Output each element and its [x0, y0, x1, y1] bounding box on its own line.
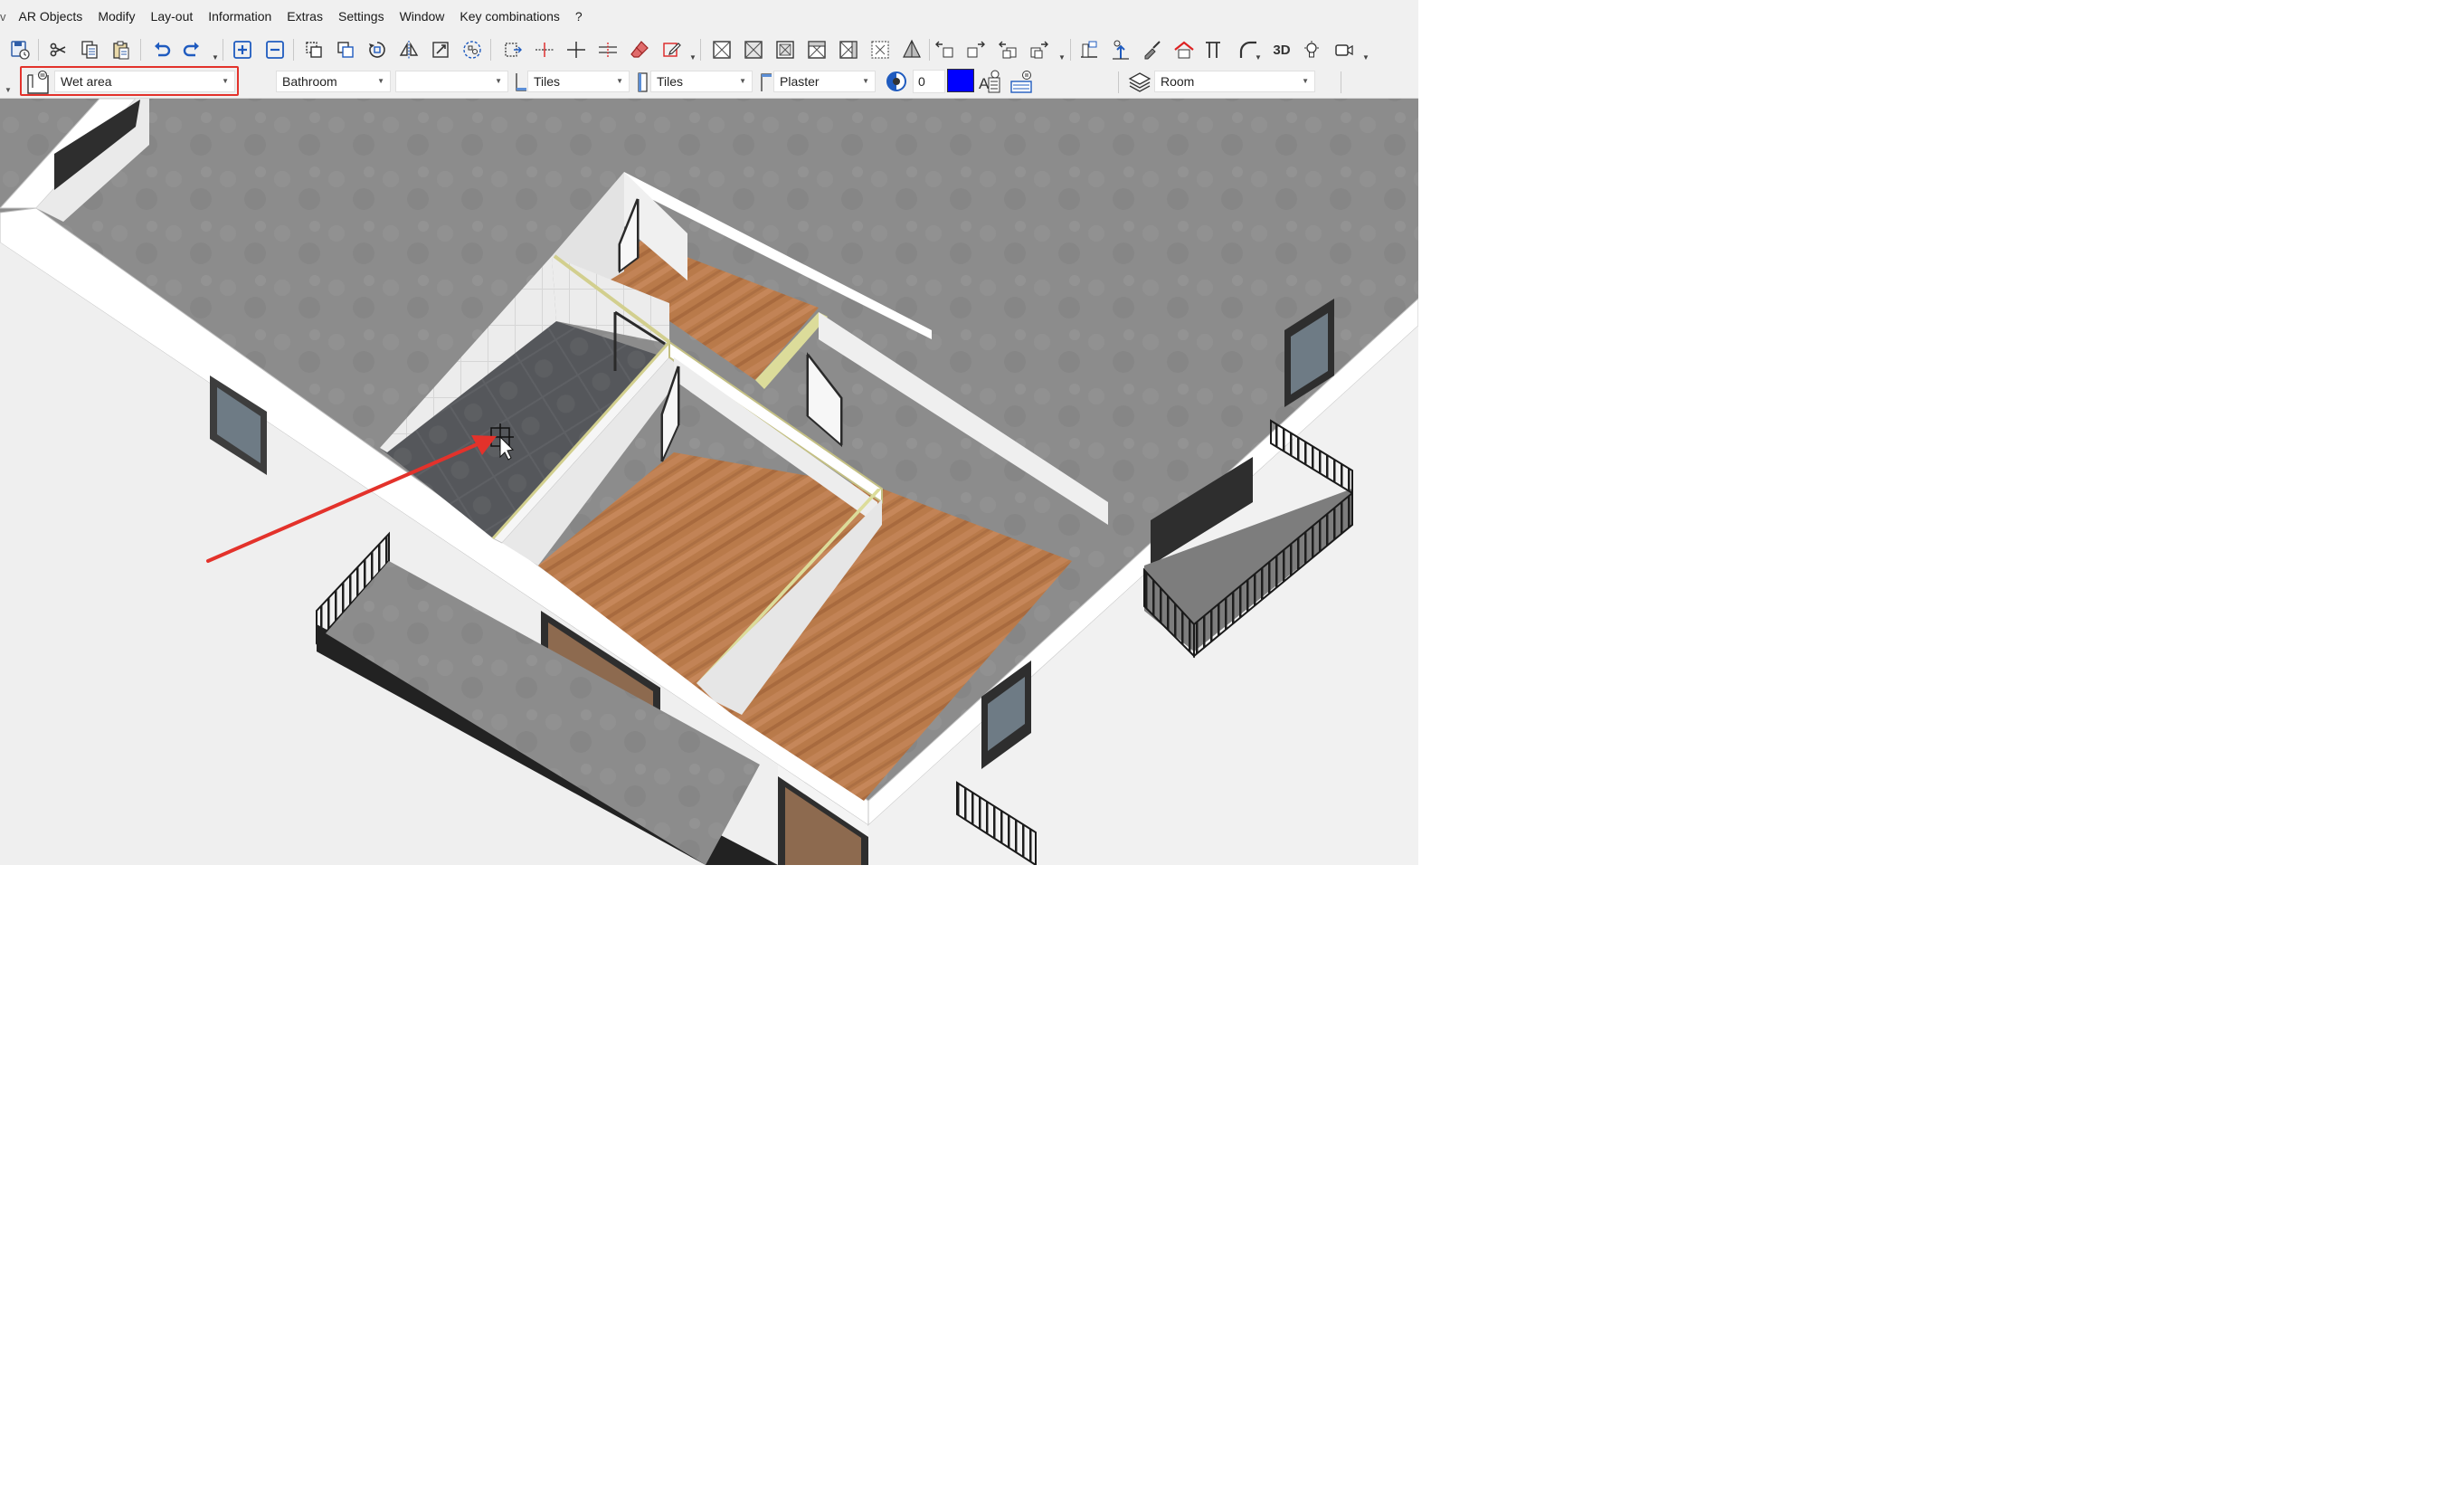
window-opening-icon[interactable]: [709, 37, 734, 62]
save-icon[interactable]: [7, 37, 33, 62]
menu-item-window[interactable]: Window: [392, 0, 452, 33]
dimension-icon[interactable]: [499, 37, 525, 62]
camera-more-icon[interactable]: ▼: [1362, 53, 1369, 62]
pen-number-input[interactable]: 0: [913, 70, 945, 93]
move-element-left-icon[interactable]: [932, 37, 957, 62]
pen-thickness-icon[interactable]: [885, 70, 908, 93]
edit-more-icon[interactable]: ▼: [689, 53, 697, 62]
ceiling-finish-icon: [759, 71, 773, 93]
roof-icon[interactable]: [1171, 37, 1197, 62]
3d-view-label: 3D: [1273, 42, 1291, 58]
eraser-icon[interactable]: [627, 37, 652, 62]
propbar-grip-icon: ▼: [5, 86, 12, 94]
menu-item-settings[interactable]: Settings: [330, 0, 392, 33]
3d-view-icon[interactable]: 3D: [1266, 37, 1297, 62]
edit-element-icon[interactable]: [659, 37, 685, 62]
secondary-select[interactable]: ▼: [395, 71, 508, 92]
menu-item-information[interactable]: Information: [201, 0, 280, 33]
raise-elevation-icon[interactable]: [1108, 37, 1133, 62]
opening-icon[interactable]: [836, 37, 861, 62]
label-style-icon[interactable]: [1009, 69, 1036, 96]
undo-icon[interactable]: [149, 37, 175, 62]
copy-element-right-icon[interactable]: [1027, 37, 1052, 62]
brush-icon[interactable]: [1140, 37, 1165, 62]
recess-icon[interactable]: [741, 37, 766, 62]
offset-line-icon[interactable]: [595, 37, 621, 62]
copy-element-left-icon[interactable]: [995, 37, 1020, 62]
3d-model-view[interactable]: [0, 99, 1418, 865]
slot-icon[interactable]: [772, 37, 798, 62]
highlight-annotation-box: [20, 66, 239, 96]
rotate-icon[interactable]: [365, 37, 390, 62]
menu-item-extras[interactable]: Extras: [280, 0, 331, 33]
room-function-value: Bathroom: [282, 74, 337, 89]
chevron-down-icon: ▼: [495, 77, 502, 85]
ceiling-finish-value: Plaster: [780, 74, 820, 89]
font-settings-icon[interactable]: A: [977, 69, 1002, 96]
elevation-icon[interactable]: [1076, 37, 1102, 62]
zoom-in-icon[interactable]: [230, 37, 255, 62]
redo-icon[interactable]: [179, 37, 204, 62]
main-toolbar: ▼ ▼ ▼ ▼ 3D ▼: [0, 33, 1418, 66]
chevron-down-icon: ▼: [1302, 77, 1309, 85]
chevron-down-icon: ▼: [862, 77, 869, 85]
copy-icon[interactable]: [77, 37, 102, 62]
menu-item-help[interactable]: ?: [567, 0, 590, 33]
redo-more-icon[interactable]: ▼: [212, 53, 219, 62]
zoom-out-icon[interactable]: [262, 37, 288, 62]
curve-more-icon[interactable]: ▼: [1255, 53, 1262, 62]
intersect-icon[interactable]: [564, 37, 589, 62]
move-more-icon[interactable]: ▼: [1058, 53, 1066, 62]
wall-finish-icon: [636, 71, 650, 93]
column-icon[interactable]: [1200, 37, 1226, 62]
camera-icon[interactable]: [1332, 37, 1357, 62]
color-swatch[interactable]: [947, 69, 974, 92]
wall-finish-value: Tiles: [657, 74, 684, 89]
split-line-icon[interactable]: [532, 37, 557, 62]
menu-item-ar-objects[interactable]: AR Objects: [11, 0, 90, 33]
wall-finish-select[interactable]: Tiles ▼: [650, 71, 753, 92]
paste-opening-icon[interactable]: [867, 37, 893, 62]
menu-bar: v AR Objects Modify Lay-out Information …: [0, 0, 1418, 33]
light-bulb-icon[interactable]: [1299, 37, 1324, 62]
duplicate-icon[interactable]: [301, 37, 327, 62]
stretch-icon[interactable]: [428, 37, 453, 62]
cut-icon[interactable]: [45, 37, 71, 62]
floor-finish-icon: [514, 71, 528, 93]
match-properties-icon[interactable]: [460, 37, 485, 62]
menu-item-layout[interactable]: Lay-out: [143, 0, 201, 33]
svg-text:A: A: [979, 75, 990, 92]
floor-finish-value: Tiles: [534, 74, 561, 89]
menu-item-truncated[interactable]: v: [0, 10, 11, 24]
floor-finish-select[interactable]: Tiles ▼: [527, 71, 630, 92]
menu-item-key-combinations[interactable]: Key combinations: [452, 0, 568, 33]
layer-icon[interactable]: [1127, 70, 1152, 95]
chevron-down-icon: ▼: [739, 77, 746, 85]
3d-viewport[interactable]: [0, 99, 1418, 865]
copy-element-icon[interactable]: [333, 37, 358, 62]
chevron-down-icon: ▼: [616, 77, 623, 85]
niche-icon[interactable]: [804, 37, 829, 62]
layer-value: Room: [1161, 74, 1195, 89]
layer-select[interactable]: Room ▼: [1154, 71, 1315, 92]
menu-item-modify[interactable]: Modify: [90, 0, 143, 33]
ceiling-finish-select[interactable]: Plaster ▼: [773, 71, 876, 92]
paste-icon[interactable]: [109, 37, 134, 62]
mirror-icon[interactable]: [396, 37, 422, 62]
room-function-select[interactable]: Bathroom ▼: [276, 71, 391, 92]
pyramid-icon[interactable]: [899, 37, 924, 62]
move-element-right-icon[interactable]: [963, 37, 989, 62]
chevron-down-icon: ▼: [377, 77, 384, 85]
